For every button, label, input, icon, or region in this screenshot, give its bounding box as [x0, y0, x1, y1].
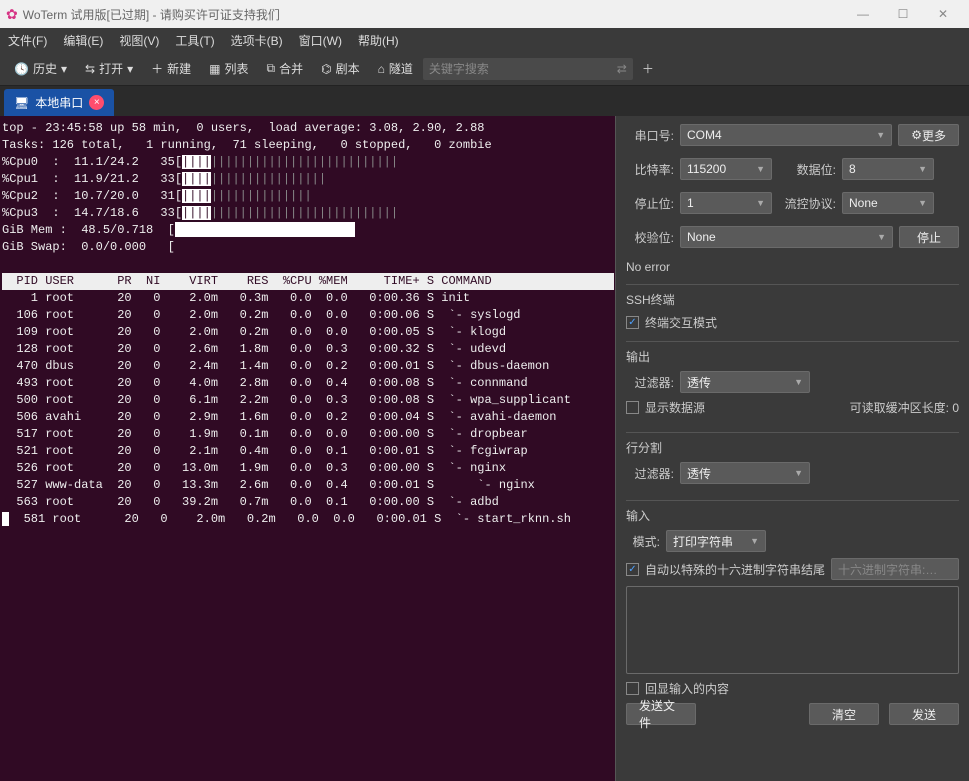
send-button[interactable]: 发送 — [889, 703, 959, 725]
tab-serial[interactable]: 🖥 本地串口 × — [4, 89, 114, 116]
flow-label: 流控协议: — [778, 195, 836, 212]
port-select[interactable]: COM4▼ — [680, 124, 892, 146]
more-button[interactable]: ⚙ 更多 — [898, 124, 959, 146]
checkbox-icon — [626, 401, 639, 414]
terminal[interactable]: top - 23:45:58 up 58 min, 0 users, load … — [0, 116, 615, 781]
clear-button[interactable]: 清空 — [809, 703, 879, 725]
status-text: No error — [626, 260, 959, 274]
process-row: 527 www-data 20 0 13.3m 2.6m 0.0 0.4 0:0… — [2, 478, 535, 492]
buffer-length-value: 0 — [952, 401, 959, 415]
process-row: 506 avahi 20 0 2.9m 1.6m 0.0 0.2 0:00.04… — [2, 410, 557, 424]
check-select[interactable]: None▼ — [680, 226, 893, 248]
hex-suffix-checkbox[interactable]: 自动以特殊的十六进制字符串结尾 — [626, 561, 825, 578]
toolbar-plus-button[interactable]: ＋ — [635, 57, 661, 80]
process-row: 470 dbus 20 0 2.4m 1.4m 0.0 0.2 0:00.01 … — [2, 359, 549, 373]
ssh-interactive-checkbox[interactable]: 终端交互模式 — [626, 314, 959, 331]
baud-select[interactable]: 115200▼ — [680, 158, 772, 180]
send-textarea[interactable] — [626, 586, 959, 674]
script-button[interactable]: ⌬ 剧本 — [313, 56, 368, 81]
merge-button[interactable]: ⧉ 合并 — [259, 56, 312, 81]
tab-close-button[interactable]: × — [89, 95, 104, 110]
checkbox-icon — [626, 563, 639, 576]
stop-button[interactable]: 停止 — [899, 226, 959, 248]
tunnel-button[interactable]: ⌂ 隧道 — [370, 56, 421, 81]
process-row: 500 root 20 0 6.1m 2.2m 0.0 0.3 0:00.08 … — [2, 393, 571, 407]
process-row: 521 root 20 0 2.1m 0.4m 0.0 0.1 0:00.01 … — [2, 444, 528, 458]
monitor-icon: 🖥 — [14, 96, 29, 110]
history-button[interactable]: 🕓 历史 ▾ — [6, 56, 75, 81]
flow-select[interactable]: None▼ — [842, 192, 934, 214]
databits-label: 数据位: — [778, 161, 836, 178]
new-button[interactable]: ＋ 新建 — [143, 56, 199, 81]
window-title: WoTerm 试用版[已过期] - 请购买许可证支持我们 — [23, 6, 280, 23]
process-header: PID USER PR NI VIRT RES %CPU %MEM TIME+ … — [2, 273, 614, 290]
process-row: 526 root 20 0 13.0m 1.9m 0.0 0.3 0:00.00… — [2, 461, 506, 475]
show-source-checkbox[interactable]: 显示数据源 — [626, 399, 705, 416]
tabbar: 🖥 本地串口 × — [0, 86, 969, 116]
output-section-title: 输出 — [626, 348, 959, 365]
process-row: 128 root 20 0 2.6m 1.8m 0.0 0.3 0:00.32 … — [2, 342, 506, 356]
minimize-button[interactable]: — — [843, 0, 883, 28]
menu-help[interactable]: 帮助(H) — [358, 32, 399, 49]
app-icon: ✿ — [6, 6, 18, 23]
process-row: 581 root 20 0 2.0m 0.2m 0.0 0.0 0:00.01 … — [9, 512, 571, 526]
port-label: 串口号: — [626, 127, 674, 144]
databits-select[interactable]: 8▼ — [842, 158, 934, 180]
process-row: 517 root 20 0 1.9m 0.1m 0.0 0.0 0:00.00 … — [2, 427, 528, 441]
close-button[interactable]: ✕ — [923, 0, 963, 28]
process-row: 1 root 20 0 2.0m 0.3m 0.0 0.0 0:00.36 S … — [2, 291, 470, 305]
menubar: 文件(F) 编辑(E) 视图(V) 工具(T) 选项卡(B) 窗口(W) 帮助(… — [0, 28, 969, 52]
search-input[interactable]: 关键字搜索 ⇄ — [423, 58, 633, 80]
side-panel: 串口号: COM4▼ ⚙ 更多 比特率: 115200▼ 数据位: 8▼ 停止位… — [615, 116, 969, 781]
input-section-title: 输入 — [626, 507, 959, 524]
split-section-title: 行分割 — [626, 439, 959, 456]
checkbox-icon — [626, 316, 639, 329]
output-filter-select[interactable]: 透传▼ — [680, 371, 810, 393]
process-row: 493 root 20 0 4.0m 2.8m 0.0 0.4 0:00.08 … — [2, 376, 528, 390]
tab-label: 本地串口 — [35, 94, 83, 111]
toolbar: 🕓 历史 ▾ ⇆ 打开 ▾ ＋ 新建 ▦ 列表 ⧉ 合并 ⌬ 剧本 ⌂ 隧道 关… — [0, 52, 969, 86]
echo-checkbox[interactable]: 回显输入的内容 — [626, 680, 959, 697]
menu-tabs[interactable]: 选项卡(B) — [231, 32, 283, 49]
buffer-length-label: 可读取缓冲区长度: — [850, 401, 949, 415]
filter-label: 过滤器: — [626, 374, 674, 391]
open-button[interactable]: ⇆ 打开 ▾ — [77, 56, 141, 81]
checkbox-icon — [626, 682, 639, 695]
ssh-section-title: SSH终端 — [626, 291, 959, 308]
menu-file[interactable]: 文件(F) — [8, 32, 47, 49]
menu-tools[interactable]: 工具(T) — [175, 32, 214, 49]
split-filter-label: 过滤器: — [626, 465, 674, 482]
menu-view[interactable]: 视图(V) — [119, 32, 159, 49]
mode-label: 模式: — [626, 533, 660, 550]
stopbits-label: 停止位: — [626, 195, 674, 212]
split-filter-select[interactable]: 透传▼ — [680, 462, 810, 484]
check-label: 校验位: — [626, 229, 674, 246]
send-file-button[interactable]: 发送文件 — [626, 703, 696, 725]
titlebar: ✿ WoTerm 试用版[已过期] - 请购买许可证支持我们 — ☐ ✕ — [0, 0, 969, 28]
baud-label: 比特率: — [626, 161, 674, 178]
menu-edit[interactable]: 编辑(E) — [63, 32, 103, 49]
swap-icon: ⇄ — [617, 62, 627, 76]
mode-select[interactable]: 打印字符串▼ — [666, 530, 766, 552]
maximize-button[interactable]: ☐ — [883, 0, 923, 28]
process-row: 563 root 20 0 39.2m 0.7m 0.0 0.1 0:00.00… — [2, 495, 499, 509]
list-button[interactable]: ▦ 列表 — [201, 56, 256, 81]
process-row: 109 root 20 0 2.0m 0.2m 0.0 0.0 0:00.05 … — [2, 325, 506, 339]
menu-window[interactable]: 窗口(W) — [299, 32, 342, 49]
hex-suffix-input[interactable]: 十六进制字符串:… — [831, 558, 959, 580]
stopbits-select[interactable]: 1▼ — [680, 192, 772, 214]
process-row: 106 root 20 0 2.0m 0.2m 0.0 0.0 0:00.06 … — [2, 308, 520, 322]
